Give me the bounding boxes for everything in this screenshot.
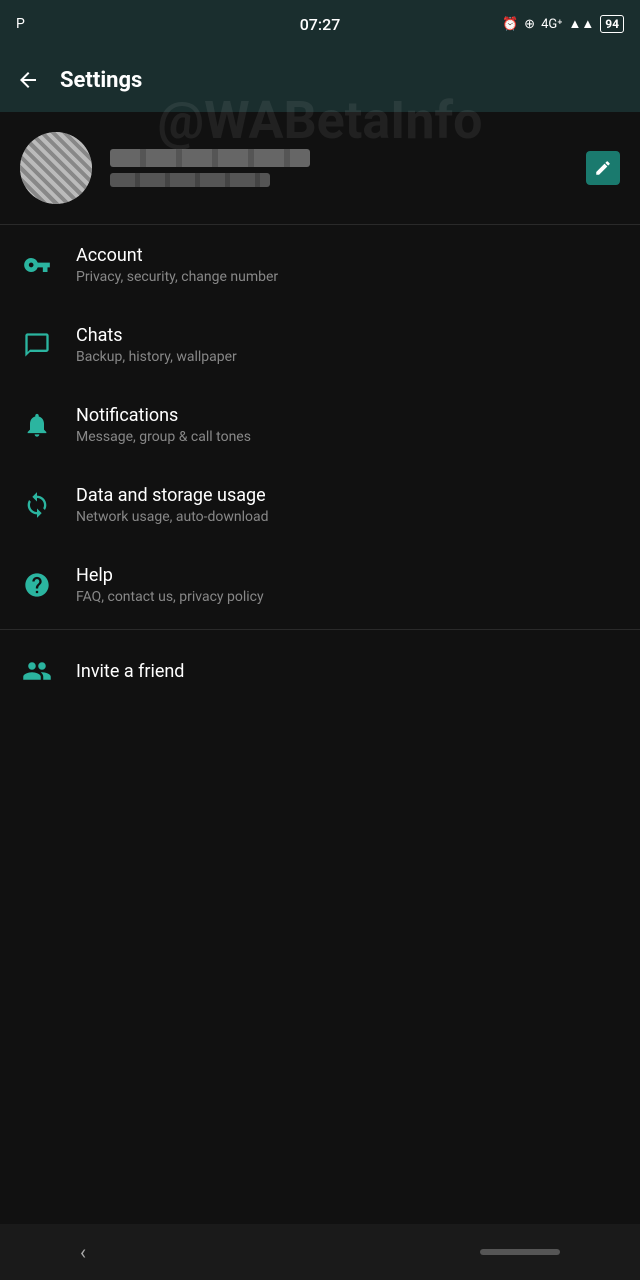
settings-item-chats[interactable]: Chats Backup, history, wallpaper (0, 305, 640, 385)
invite-title: Invite a friend (76, 661, 184, 682)
nav-home-pill[interactable] (480, 1249, 560, 1255)
profile-info (110, 149, 568, 187)
settings-item-notifications[interactable]: Notifications Message, group & call tone… (0, 385, 640, 465)
invite-friend-item[interactable]: Invite a friend (0, 634, 640, 708)
chats-subtitle: Backup, history, wallpaper (76, 349, 620, 365)
settings-item-help[interactable]: Help FAQ, contact us, privacy policy (0, 545, 640, 625)
help-title: Help (76, 565, 620, 586)
nav-back-button[interactable]: ‹ (80, 1240, 86, 1264)
battery-display: 94 (600, 15, 624, 33)
chats-title: Chats (76, 325, 620, 346)
wifi-icon: ⊕ (524, 17, 535, 32)
section-divider (0, 629, 640, 630)
help-subtitle: FAQ, contact us, privacy policy (76, 589, 620, 605)
profile-edit-button[interactable] (586, 151, 620, 185)
account-text: Account Privacy, security, change number (76, 245, 620, 285)
profile-name-blurred (110, 149, 310, 167)
profile-section[interactable] (0, 112, 640, 224)
account-subtitle: Privacy, security, change number (76, 269, 620, 285)
chats-icon (20, 331, 54, 359)
notifications-text: Notifications Message, group & call tone… (76, 405, 620, 445)
help-icon (20, 571, 54, 599)
invite-icon (20, 656, 54, 686)
bottom-nav-bar: ‹ (0, 1224, 640, 1280)
settings-item-data[interactable]: Data and storage usage Network usage, au… (0, 465, 640, 545)
avatar-image (20, 132, 92, 204)
back-button[interactable] (16, 68, 40, 92)
account-icon (20, 251, 54, 279)
avatar (20, 132, 92, 204)
notifications-subtitle: Message, group & call tones (76, 429, 620, 445)
chats-text: Chats Backup, history, wallpaper (76, 325, 620, 365)
back-arrow-icon (16, 68, 40, 92)
signal-icon: ▲▲ (568, 16, 594, 32)
page-title: Settings (60, 68, 142, 93)
network-icon: 4G⁺ (541, 17, 562, 32)
time-display: 07:27 (300, 15, 341, 34)
alarm-icon: ⏰ (502, 17, 518, 32)
settings-list: Account Privacy, security, change number… (0, 225, 640, 625)
help-text: Help FAQ, contact us, privacy policy (76, 565, 620, 605)
status-icons: ⏰ ⊕ 4G⁺ ▲▲ 94 (502, 15, 624, 33)
data-icon (20, 491, 54, 519)
data-title: Data and storage usage (76, 485, 620, 506)
data-subtitle: Network usage, auto-download (76, 509, 620, 525)
data-text: Data and storage usage Network usage, au… (76, 485, 620, 525)
carrier-icon: P (16, 16, 25, 32)
settings-item-account[interactable]: Account Privacy, security, change number (0, 225, 640, 305)
notifications-icon (20, 411, 54, 439)
edit-icon (594, 159, 612, 177)
status-bar: P 07:27 ⏰ ⊕ 4G⁺ ▲▲ 94 (0, 0, 640, 48)
notifications-title: Notifications (76, 405, 620, 426)
account-title: Account (76, 245, 620, 266)
toolbar: Settings (0, 48, 640, 112)
profile-status-blurred (110, 173, 270, 187)
